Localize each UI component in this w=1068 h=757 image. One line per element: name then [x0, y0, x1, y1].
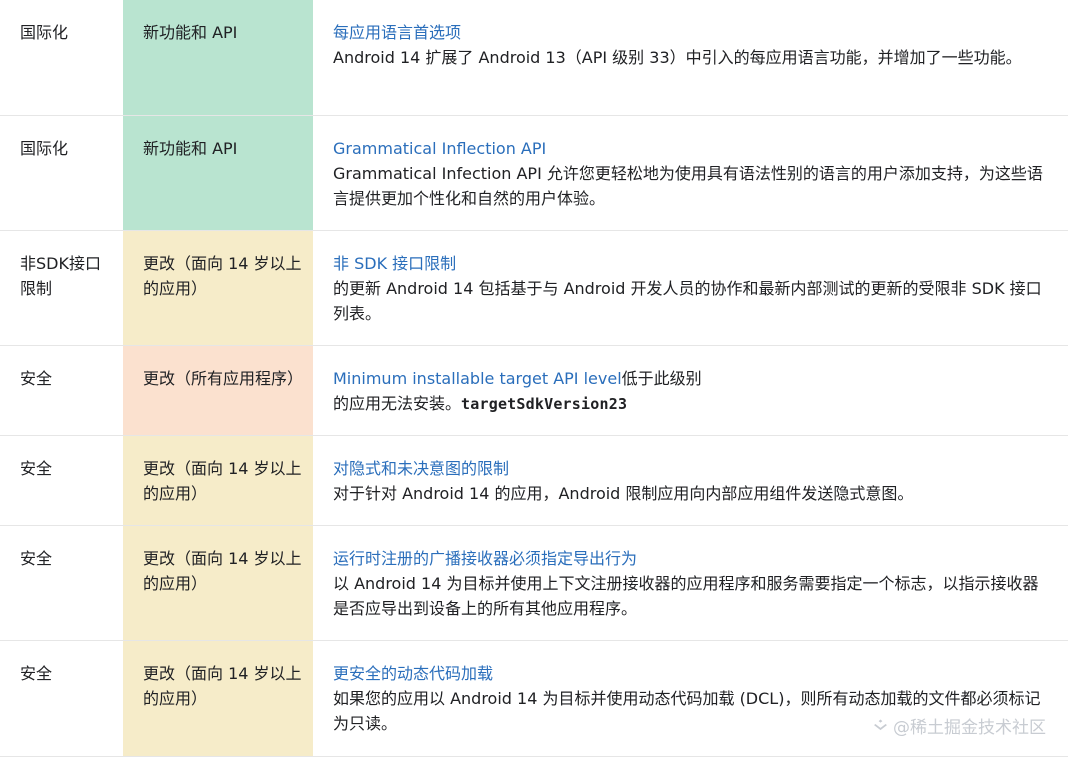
type-cell: 更改（面向 14 岁以上的应用） — [123, 230, 313, 346]
area-text: 安全 — [20, 663, 53, 683]
feature-link[interactable]: 对隐式和未决意图的限制 — [333, 459, 509, 478]
watermark: @稀土掘金技术社区 — [872, 713, 1046, 738]
feature-link[interactable]: 非 SDK 接口限制 — [333, 254, 456, 273]
feature-link[interactable]: 运行时注册的广播接收器必须指定导出行为 — [333, 549, 637, 568]
area-text: 安全 — [20, 458, 53, 478]
feature-link[interactable]: Grammatical Inflection API — [333, 139, 546, 158]
juejin-logo-icon — [874, 719, 887, 731]
area-cell: 非SDK接口限制 — [0, 230, 123, 346]
area-cell: 安全 — [0, 525, 123, 641]
link-suffix-text: 低于此级别 — [621, 368, 702, 388]
area-text: 非SDK接口限制 — [20, 253, 101, 298]
type-text: 更改（面向 14 岁以上的应用） — [143, 253, 302, 298]
description-cell: Minimum installable target API level低于此级… — [313, 345, 1068, 436]
area-text: 安全 — [20, 548, 53, 568]
type-cell: 新功能和 API — [123, 115, 313, 231]
type-text: 新功能和 API — [143, 23, 238, 42]
area-cell: 国际化 — [0, 115, 123, 231]
watermark-text: @稀土掘金技术社区 — [893, 718, 1046, 738]
feature-link[interactable]: 更安全的动态代码加载 — [333, 664, 493, 683]
description-cell: 运行时注册的广播接收器必须指定导出行为 以 Android 14 为目标并使用上… — [313, 525, 1068, 641]
type-cell: 新功能和 API — [123, 0, 313, 116]
area-text: 国际化 — [20, 23, 69, 42]
area-cell: 国际化 — [0, 0, 123, 116]
description-cell: 非 SDK 接口限制 的更新 Android 14 包括基于与 Android … — [313, 230, 1068, 346]
area-cell: 安全 — [0, 345, 123, 436]
type-cell: 更改（面向 14 岁以上的应用） — [123, 640, 313, 757]
area-cell: 安全 — [0, 435, 123, 526]
description-cell: Grammatical Inflection API Grammatical I… — [313, 115, 1068, 231]
changes-table: 国际化 新功能和 API 每应用语言首选项 Android 14 扩展了 And… — [0, 0, 1068, 757]
description-text: 的应用无法安装。 — [333, 393, 462, 413]
area-text: 安全 — [20, 368, 53, 388]
description-cell: 更安全的动态代码加载 如果您的应用以 Android 14 为目标并使用动态代码… — [313, 640, 1068, 757]
type-text: 更改（面向 14 岁以上的应用） — [143, 663, 302, 708]
type-text: 新功能和 API — [143, 138, 238, 158]
type-cell: 更改（面向 14 岁以上的应用） — [123, 525, 313, 641]
description-cell: 对隐式和未决意图的限制 对于针对 Android 14 的应用，Android … — [313, 435, 1068, 526]
area-text: 国际化 — [20, 138, 69, 158]
table-row: 国际化 新功能和 API Grammatical Inflection API … — [0, 115, 1068, 231]
table-row: 安全 更改（所有应用程序） Minimum installable target… — [0, 345, 1068, 436]
table-row: 安全 更改（面向 14 岁以上的应用） 对隐式和未决意图的限制 对于针对 And… — [0, 435, 1068, 526]
description-text: Android 14 扩展了 Android 13（API 级别 33）中引入的… — [333, 48, 1022, 67]
description-cell: 每应用语言首选项 Android 14 扩展了 Android 13（API 级… — [313, 0, 1068, 116]
type-cell: 更改（所有应用程序） — [123, 345, 313, 436]
description-text: 的更新 Android 14 包括基于与 Android 开发人员的协作和最新内… — [333, 278, 1042, 323]
description-text: Grammatical Infection API 允许您更轻松地为使用具有语法… — [333, 163, 1043, 208]
code-text: targetSdkVersion23 — [461, 394, 628, 413]
feature-link[interactable]: 每应用语言首选项 — [333, 23, 461, 42]
feature-link[interactable]: Minimum installable target API level — [333, 369, 622, 388]
table-row: 安全 更改（面向 14 岁以上的应用） 更安全的动态代码加载 如果您的应用以 A… — [0, 640, 1068, 757]
type-text: 更改（所有应用程序） — [143, 368, 304, 388]
table-row: 国际化 新功能和 API 每应用语言首选项 Android 14 扩展了 And… — [0, 0, 1068, 116]
type-text: 更改（面向 14 岁以上的应用） — [143, 458, 302, 503]
table-row: 安全 更改（面向 14 岁以上的应用） 运行时注册的广播接收器必须指定导出行为 … — [0, 525, 1068, 641]
area-cell: 安全 — [0, 640, 123, 757]
description-text: 对于针对 Android 14 的应用，Android 限制应用向内部应用组件发… — [333, 483, 914, 503]
type-text: 更改（面向 14 岁以上的应用） — [143, 548, 302, 593]
table-row: 非SDK接口限制 更改（面向 14 岁以上的应用） 非 SDK 接口限制 的更新… — [0, 230, 1068, 346]
type-cell: 更改（面向 14 岁以上的应用） — [123, 435, 313, 526]
description-text: 以 Android 14 为目标并使用上下文注册接收器的应用程序和服务需要指定一… — [333, 573, 1039, 618]
